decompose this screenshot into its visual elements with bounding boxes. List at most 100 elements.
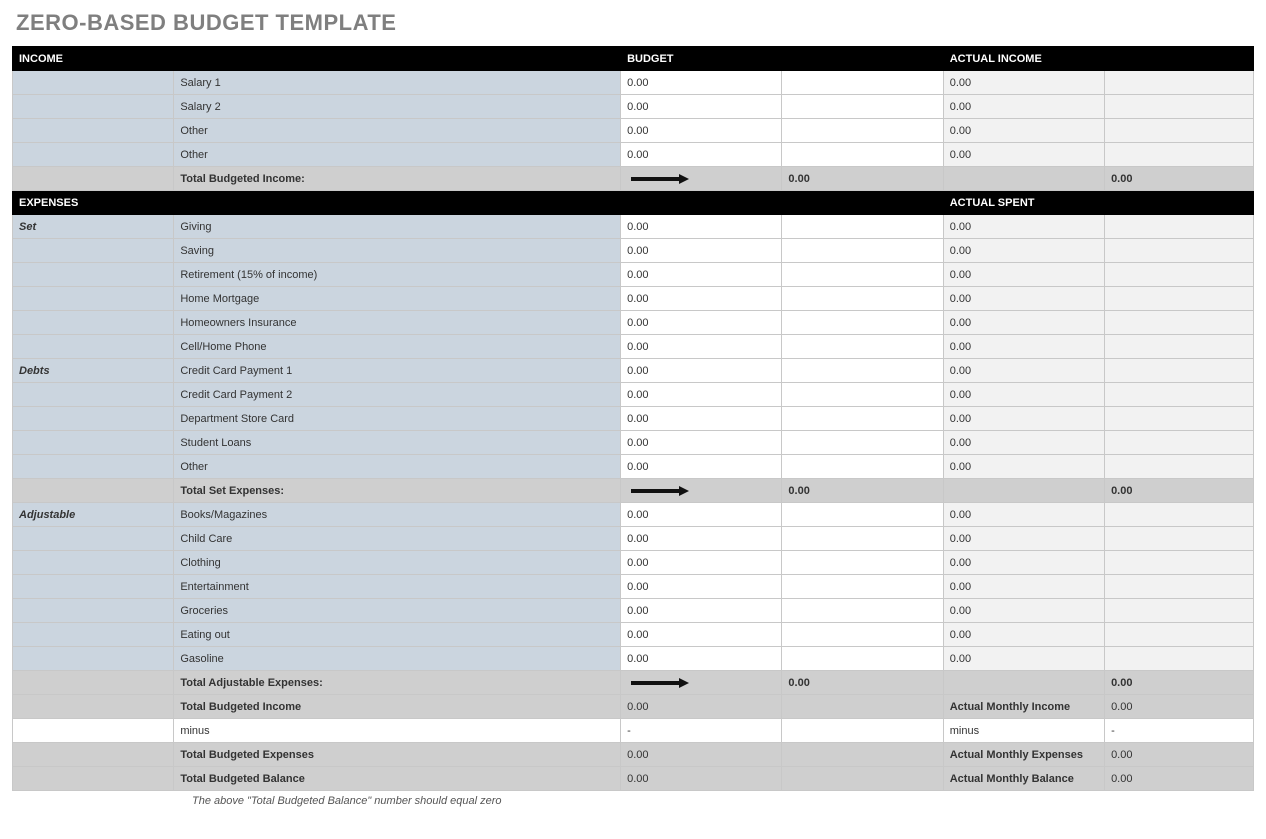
cell-empty[interactable] [1105,503,1254,527]
cell-empty[interactable] [1105,95,1254,119]
set-budget[interactable]: 0.00 [621,335,782,359]
cell-empty[interactable] [782,647,943,671]
adjustable-label[interactable]: Clothing [174,551,621,575]
adjustable-label[interactable]: Eating out [174,623,621,647]
cell-empty[interactable] [1105,599,1254,623]
cell-empty[interactable] [782,431,943,455]
income-label[interactable]: Other [174,143,621,167]
income-actual[interactable]: 0.00 [943,95,1104,119]
set-budget[interactable]: 0.00 [621,311,782,335]
set-label[interactable]: Retirement (15% of income) [174,263,621,287]
set-label[interactable]: Homeowners Insurance [174,311,621,335]
set-budget[interactable]: 0.00 [621,215,782,239]
debts-budget[interactable]: 0.00 [621,383,782,407]
cell-empty[interactable] [782,215,943,239]
cell-empty[interactable] [782,311,943,335]
set-label[interactable]: Saving [174,239,621,263]
debts-actual[interactable]: 0.00 [943,407,1104,431]
debts-actual[interactable]: 0.00 [943,383,1104,407]
cell-empty[interactable] [782,599,943,623]
adjustable-label[interactable]: Books/Magazines [174,503,621,527]
cell-empty[interactable] [1105,335,1254,359]
debts-budget[interactable]: 0.00 [621,407,782,431]
debts-label[interactable]: Credit Card Payment 1 [174,359,621,383]
cell-empty[interactable] [782,383,943,407]
cell-empty[interactable] [782,359,943,383]
income-label[interactable]: Salary 2 [174,95,621,119]
adjustable-actual[interactable]: 0.00 [943,647,1104,671]
cell-empty[interactable] [1105,215,1254,239]
set-budget[interactable]: 0.00 [621,263,782,287]
adjustable-actual[interactable]: 0.00 [943,575,1104,599]
cell-empty[interactable] [782,503,943,527]
debts-actual[interactable]: 0.00 [943,455,1104,479]
cell-empty[interactable] [1105,527,1254,551]
adjustable-budget[interactable]: 0.00 [621,551,782,575]
debts-actual[interactable]: 0.00 [943,359,1104,383]
cell-empty[interactable] [1105,287,1254,311]
set-actual[interactable]: 0.00 [943,263,1104,287]
set-actual[interactable]: 0.00 [943,215,1104,239]
cell-empty[interactable] [1105,311,1254,335]
cell-empty[interactable] [1105,143,1254,167]
cell-empty[interactable] [782,407,943,431]
adjustable-label[interactable]: Child Care [174,527,621,551]
debts-budget[interactable]: 0.00 [621,431,782,455]
adjustable-actual[interactable]: 0.00 [943,551,1104,575]
set-label[interactable]: Cell/Home Phone [174,335,621,359]
adjustable-budget[interactable]: 0.00 [621,599,782,623]
income-actual[interactable]: 0.00 [943,71,1104,95]
adjustable-label[interactable]: Groceries [174,599,621,623]
adjustable-label[interactable]: Entertainment [174,575,621,599]
cell-empty[interactable] [1105,239,1254,263]
cell-empty[interactable] [1105,359,1254,383]
cell-empty[interactable] [782,455,943,479]
cell-empty[interactable] [782,71,943,95]
cell-empty[interactable] [1105,551,1254,575]
set-budget[interactable]: 0.00 [621,239,782,263]
debts-budget[interactable]: 0.00 [621,455,782,479]
adjustable-budget[interactable]: 0.00 [621,647,782,671]
set-label[interactable]: Giving [174,215,621,239]
cell-empty[interactable] [782,575,943,599]
cell-empty[interactable] [782,335,943,359]
income-label[interactable]: Salary 1 [174,71,621,95]
cell-empty[interactable] [1105,71,1254,95]
debts-label[interactable]: Other [174,455,621,479]
debts-actual[interactable]: 0.00 [943,431,1104,455]
set-actual[interactable]: 0.00 [943,287,1104,311]
income-actual[interactable]: 0.00 [943,119,1104,143]
income-budget[interactable]: 0.00 [621,71,782,95]
adjustable-budget[interactable]: 0.00 [621,575,782,599]
cell-empty[interactable] [782,239,943,263]
cell-empty[interactable] [1105,431,1254,455]
cell-empty[interactable] [782,119,943,143]
cell-empty[interactable] [1105,575,1254,599]
adjustable-budget[interactable]: 0.00 [621,503,782,527]
adjustable-actual[interactable]: 0.00 [943,599,1104,623]
income-budget[interactable]: 0.00 [621,119,782,143]
set-actual[interactable]: 0.00 [943,239,1104,263]
cell-empty[interactable] [782,287,943,311]
debts-label[interactable]: Department Store Card [174,407,621,431]
cell-empty[interactable] [782,551,943,575]
debts-budget[interactable]: 0.00 [621,359,782,383]
income-label[interactable]: Other [174,119,621,143]
cell-empty[interactable] [1105,407,1254,431]
debts-label[interactable]: Student Loans [174,431,621,455]
cell-empty[interactable] [1105,455,1254,479]
cell-empty[interactable] [782,143,943,167]
cell-empty[interactable] [782,95,943,119]
cell-empty[interactable] [1105,119,1254,143]
income-budget[interactable]: 0.00 [621,143,782,167]
adjustable-budget[interactable]: 0.00 [621,623,782,647]
cell-empty[interactable] [782,263,943,287]
adjustable-actual[interactable]: 0.00 [943,623,1104,647]
cell-empty[interactable] [1105,263,1254,287]
adjustable-budget[interactable]: 0.00 [621,527,782,551]
cell-empty[interactable] [1105,647,1254,671]
set-budget[interactable]: 0.00 [621,287,782,311]
set-actual[interactable]: 0.00 [943,335,1104,359]
adjustable-actual[interactable]: 0.00 [943,527,1104,551]
adjustable-label[interactable]: Gasoline [174,647,621,671]
